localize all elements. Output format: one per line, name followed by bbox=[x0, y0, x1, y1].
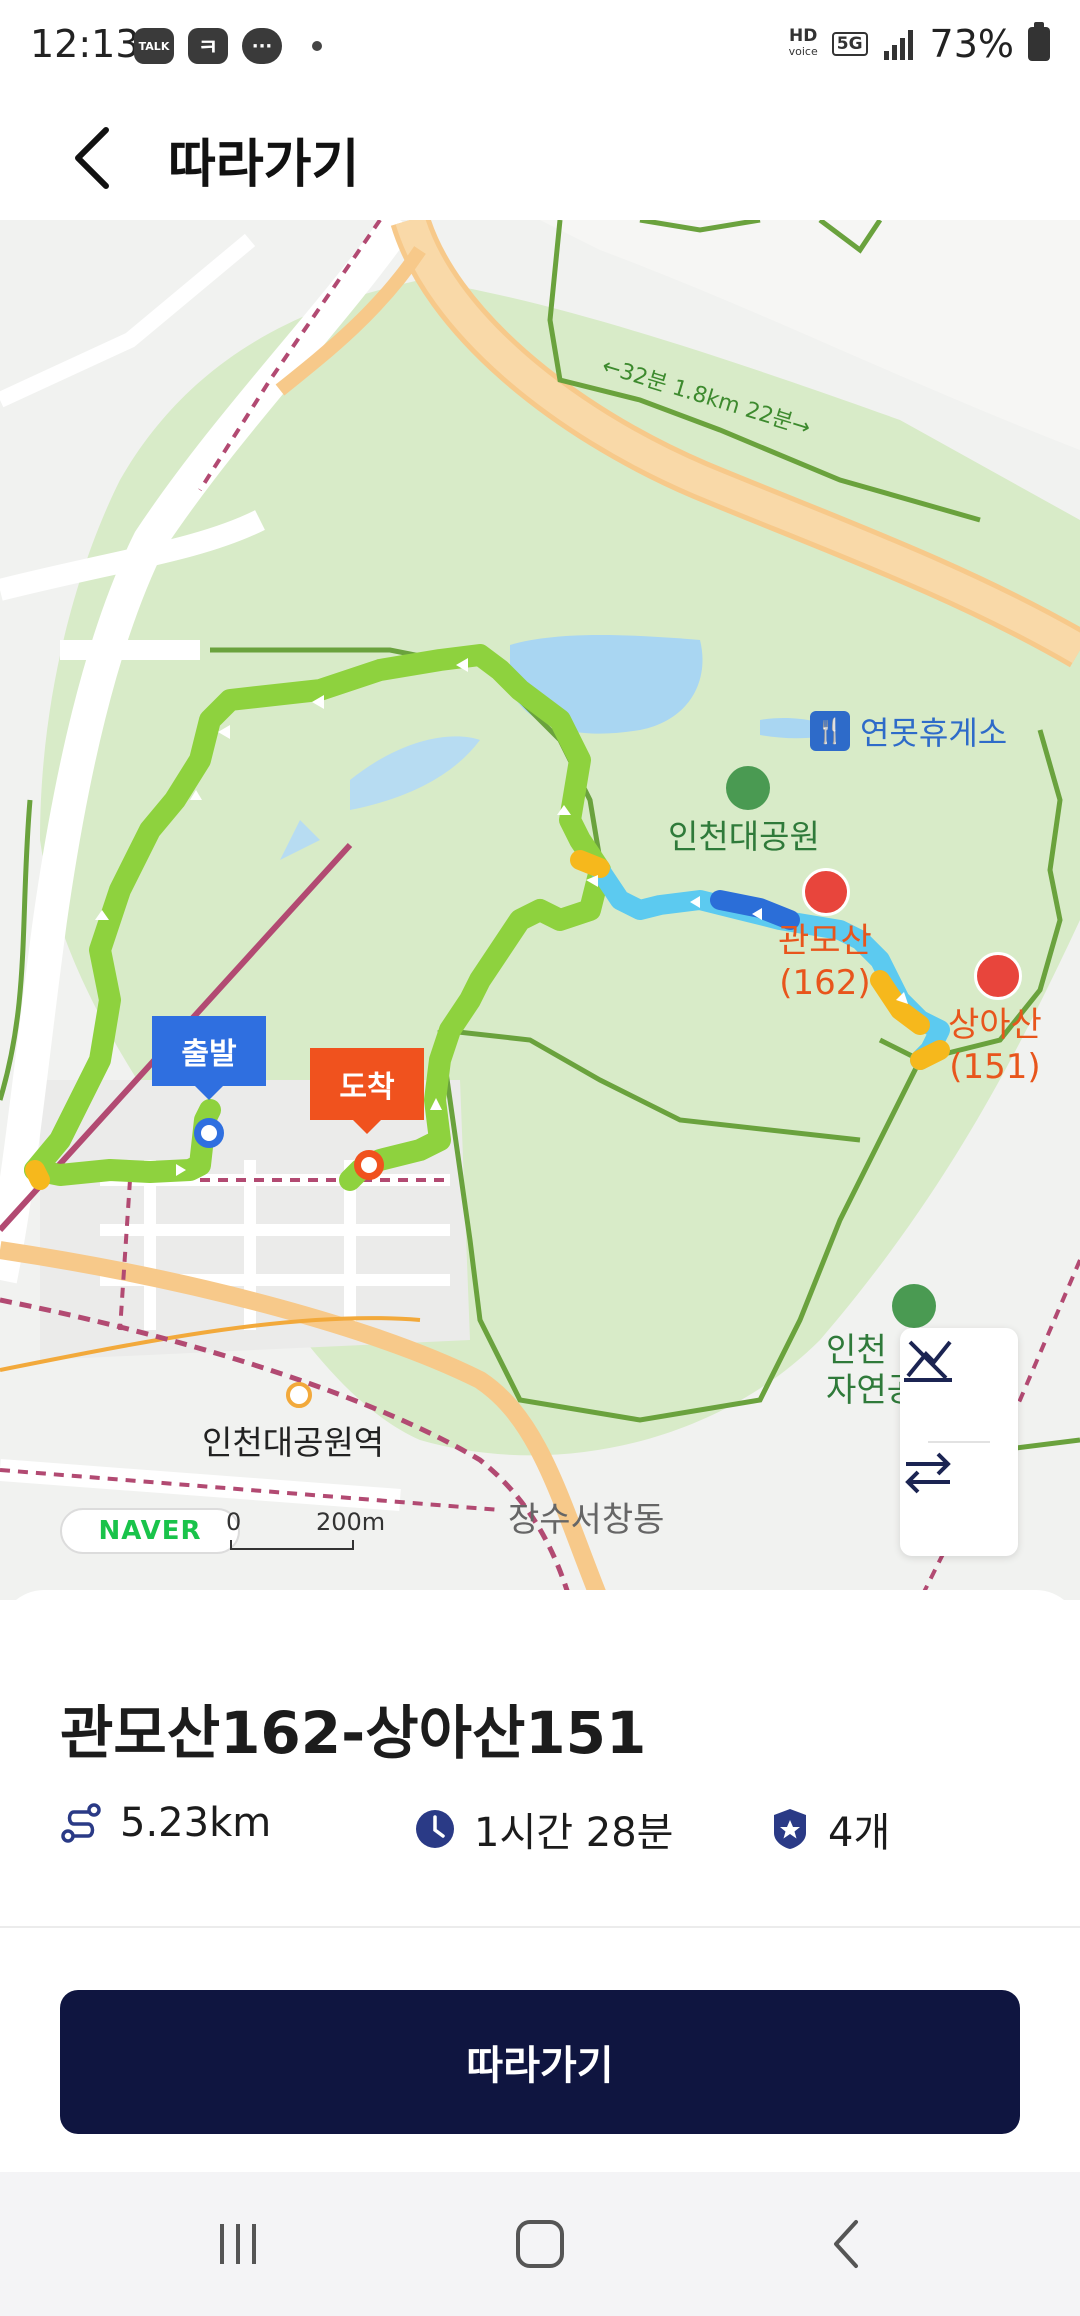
home-icon bbox=[516, 2220, 564, 2268]
end-point-icon bbox=[354, 1150, 384, 1180]
page-title: 따라가기 bbox=[168, 135, 360, 195]
follow-button[interactable]: 따라가기 bbox=[60, 1990, 1020, 2134]
back-arrow-icon bbox=[75, 127, 109, 189]
battery-percent: 73% bbox=[929, 22, 1014, 66]
peak1-pin-icon[interactable] bbox=[802, 868, 850, 916]
end-marker[interactable]: 도착 bbox=[310, 1048, 424, 1134]
map-view[interactable]: ←32분 1.8km 22분→ 🍴 연못휴게소 인천대공원 관모산 (162) … bbox=[0, 220, 1080, 1600]
route-stats: 5.23km 1시간 28분 4개 bbox=[60, 1800, 1020, 1860]
district-label: 장수서창동 bbox=[508, 1500, 665, 1540]
nav-back-button[interactable] bbox=[786, 2202, 906, 2286]
restaurant-icon: 🍴 bbox=[810, 711, 850, 751]
peak1-label[interactable]: 관모산 (162) bbox=[778, 920, 872, 1004]
battery-icon bbox=[1028, 22, 1050, 61]
system-nav-bar bbox=[0, 2172, 1080, 2316]
scale-start: 0 bbox=[226, 1508, 242, 1536]
clock-icon bbox=[416, 1810, 454, 1848]
elevation-toggle-icon bbox=[904, 1340, 952, 1382]
duration-stat: 1시간 28분 bbox=[414, 1800, 673, 1858]
route-title: 관모산162-상아산151 bbox=[60, 1699, 647, 1767]
elevation-toggle-button[interactable] bbox=[900, 1332, 1018, 1442]
peak-badge-icon bbox=[774, 1809, 806, 1849]
status-time: 12:13 bbox=[30, 22, 140, 66]
peaks-value: 4개 bbox=[828, 1810, 891, 1856]
status-bar: 12:13 TALK ㅋ ··· HD voice 5G 73% bbox=[0, 0, 1080, 96]
back-button[interactable] bbox=[60, 116, 124, 200]
park-icon bbox=[726, 766, 770, 810]
scale-end: 200m bbox=[316, 1508, 386, 1536]
start-point-icon bbox=[194, 1118, 224, 1148]
distance-value: 5.23km bbox=[120, 1800, 272, 1846]
naver-logo: NAVER bbox=[60, 1508, 240, 1554]
recent-apps-icon bbox=[220, 2224, 256, 2264]
park-label[interactable]: 인천대공원 bbox=[668, 810, 820, 858]
station-dot bbox=[286, 1382, 312, 1408]
peak2-label[interactable]: 상아산 (151) bbox=[948, 1004, 1042, 1088]
hd-voice-icon: HD voice bbox=[788, 26, 818, 59]
home-button[interactable] bbox=[480, 2202, 600, 2286]
scale-bar bbox=[230, 1540, 354, 1550]
kakaobank-icon: ㅋ bbox=[188, 28, 228, 64]
peaks-stat: 4개 bbox=[770, 1800, 890, 1858]
talk-icon: TALK bbox=[134, 28, 174, 64]
peak2-pin-icon[interactable] bbox=[974, 952, 1022, 1000]
notification-icons: TALK ㅋ ··· bbox=[134, 28, 322, 64]
signal-icon bbox=[883, 30, 913, 60]
reverse-route-button[interactable] bbox=[900, 1444, 1018, 1554]
tool-divider bbox=[928, 1441, 990, 1443]
duration-value: 1시간 28분 bbox=[474, 1810, 674, 1856]
rest-area-name: 연못휴게소 bbox=[860, 714, 1008, 752]
start-marker[interactable]: 출발 bbox=[152, 1016, 266, 1100]
rest-area-label[interactable]: 🍴 연못휴게소 bbox=[810, 708, 1007, 754]
route-distance-icon bbox=[61, 1803, 101, 1843]
map-tools-panel bbox=[900, 1328, 1018, 1556]
distance-stat: 5.23km bbox=[60, 1800, 271, 1846]
reverse-route-icon bbox=[905, 1452, 951, 1494]
chat-icon: ··· bbox=[242, 28, 282, 64]
nature-park-icon bbox=[892, 1284, 936, 1328]
network-5g-icon: 5G bbox=[831, 32, 868, 56]
route-sheet: 관모산162-상아산151 5.23km 1시간 28분 4개 따라가기 bbox=[0, 1590, 1080, 2172]
recent-apps-button[interactable] bbox=[178, 2202, 298, 2286]
sheet-divider bbox=[0, 1926, 1080, 1928]
station-label[interactable]: 인천대공원역 bbox=[202, 1416, 384, 1464]
back-icon bbox=[834, 2220, 858, 2268]
more-notifications-dot bbox=[312, 41, 322, 51]
status-right: HD voice 5G 73% bbox=[789, 22, 1050, 66]
app-bar: 따라가기 bbox=[0, 96, 1080, 220]
